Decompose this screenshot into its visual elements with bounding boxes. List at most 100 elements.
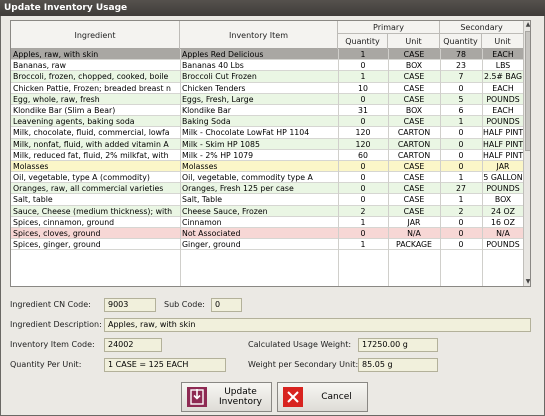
ingredient-description-field[interactable]: Apples, raw, with skin — [104, 318, 531, 332]
inventory-item-cell: Baking Soda — [182, 117, 231, 127]
table-row[interactable]: Oranges, raw, all commercial varieties Or… — [11, 183, 523, 195]
ingredient-cell: Sauce, Cheese (medium thickness); with — [13, 206, 173, 216]
column-divider — [388, 49, 389, 286]
ingredient-cell: Egg, whole, raw, fresh — [13, 94, 100, 104]
column-header-secondary-unit[interactable]: Unit — [482, 34, 523, 49]
ingredient-cell: Spices, cloves, ground — [13, 229, 101, 238]
primary-quantity-cell: 1 — [360, 240, 366, 250]
table-row[interactable]: Milk, reduced fat, fluid, 2% milkfat, wi… — [11, 149, 523, 161]
secondary-unit-cell: HALF PINT — [483, 139, 523, 149]
secondary-quantity-cell: 5 — [458, 94, 464, 104]
primary-unit-cell: BOX — [405, 61, 423, 71]
primary-unit-cell: CARTON — [397, 150, 431, 160]
inventory-item-cell: Oil, vegetable, commodity type A — [182, 173, 313, 183]
table-row[interactable]: Molasses Molasses 0 CASE 0 JAR — [11, 160, 523, 173]
column-header-primary-quantity[interactable]: Quantity — [338, 34, 388, 49]
secondary-unit-cell: 24 OZ — [491, 206, 515, 216]
secondary-unit-cell: EACH — [492, 50, 514, 59]
primary-quantity-cell: 0 — [360, 94, 366, 104]
ingredient-cell: Milk, nonfat, fluid, with added vitamin … — [13, 139, 169, 149]
ingredient-cn-code-field[interactable]: 9003 — [104, 298, 156, 312]
secondary-quantity-cell: 23 — [456, 61, 466, 71]
ingredient-cell: Klondike Bar (Slim a Bear) — [13, 105, 116, 115]
primary-unit-cell: BOX — [405, 105, 423, 115]
inventory-item-code-field[interactable]: 24002 — [104, 338, 162, 352]
primary-unit-cell: CASE — [403, 184, 425, 194]
inventory-item-cell: Salt, Table — [182, 195, 223, 205]
calculated-usage-weight-field[interactable]: 17250.00 g — [358, 338, 438, 352]
close-icon — [280, 384, 306, 410]
secondary-quantity-cell: 7 — [458, 72, 464, 82]
ingredient-cell: Spices, cinnamon, ground — [13, 217, 115, 227]
primary-quantity-cell: 31 — [358, 105, 368, 115]
ingredient-cell: Salt, table — [13, 195, 53, 205]
weight-per-secondary-unit-field[interactable]: 85.05 g — [358, 358, 438, 372]
primary-quantity-cell: 0 — [360, 184, 366, 194]
secondary-unit-cell: JAR — [496, 161, 510, 171]
column-header-primary-unit[interactable]: Unit — [388, 34, 440, 49]
secondary-unit-cell: HALF PINT — [483, 128, 523, 138]
primary-unit-cell: CASE — [403, 117, 425, 127]
inventory-item-code-label: Inventory Item Code: — [10, 340, 95, 349]
secondary-unit-cell: EACH — [492, 105, 514, 115]
ingredient-cell: Oil, vegetable, type A (commodity) — [13, 173, 150, 183]
inventory-item-cell: Milk - Skim HP 1085 — [182, 139, 260, 149]
inventory-item-cell: Apples Red Delicious — [182, 50, 264, 59]
ingredient-cell: Oranges, raw, all commercial varieties — [13, 184, 164, 194]
secondary-quantity-cell: 2 — [458, 206, 464, 216]
column-header-ingredient[interactable]: Ingredient — [11, 21, 180, 49]
quantity-per-unit-field[interactable]: 1 CASE = 125 EACH — [104, 358, 226, 372]
inventory-item-cell: Milk - Chocolate LowFat HP 1104 — [182, 128, 310, 138]
column-divider — [180, 49, 181, 286]
table-row[interactable]: Klondike Bar (Slim a Bear) Klondike Bar 31… — [11, 104, 523, 117]
inventory-item-cell: Not Associated — [182, 229, 241, 238]
inventory-item-cell: Cinnamon — [182, 217, 222, 227]
secondary-quantity-cell: 1 — [458, 117, 464, 127]
secondary-quantity-cell: 0 — [458, 150, 464, 160]
vertical-scrollbar[interactable]: ▲ ▼ — [523, 21, 530, 286]
table-row[interactable]: Chicken Pattie, Frozen; breaded breast n… — [11, 82, 523, 94]
quantity-per-unit-label: Quantity Per Unit: — [10, 360, 82, 369]
inventory-item-cell: Molasses — [182, 161, 218, 171]
primary-unit-cell: CASE — [403, 72, 425, 82]
inventory-item-cell: Chicken Tenders — [182, 83, 246, 93]
table-row[interactable]: Spices, cinnamon, ground Cinnamon 1 JAR 0 16 … — [11, 216, 523, 228]
column-divider — [440, 49, 441, 286]
ingredient-cell: Milk, reduced fat, fluid, 2% milkfat, wi… — [13, 150, 169, 160]
table-row[interactable]: Leavening agents, baking soda Baking Soda… — [11, 116, 523, 128]
column-header-inventory-item[interactable]: Inventory Item — [180, 21, 338, 49]
secondary-unit-cell: HALF PINT — [483, 150, 523, 160]
inventory-item-cell: Klondike Bar — [182, 105, 231, 115]
secondary-quantity-cell: 27 — [456, 184, 466, 194]
table-row[interactable]: Bananas, raw Bananas 40 Lbs 0 BOX 23 LBS — [11, 60, 523, 72]
primary-quantity-cell: 10 — [358, 83, 368, 93]
primary-quantity-cell: 60 — [358, 150, 368, 160]
scroll-down-arrow-icon[interactable]: ▼ — [524, 278, 530, 286]
secondary-quantity-cell: 0 — [458, 83, 464, 93]
primary-quantity-cell: 1 — [360, 50, 366, 59]
inventory-item-cell: Eggs, Fresh, Large — [182, 94, 254, 104]
inventory-usage-table[interactable]: Ingredient Inventory Item Primary Second… — [10, 20, 531, 287]
cancel-button[interactable]: Cancel — [277, 382, 368, 412]
primary-unit-cell: CASE — [403, 50, 425, 59]
table-row[interactable]: Sauce, Cheese (medium thickness); with Ch… — [11, 205, 523, 217]
table-row[interactable]: Egg, whole, raw, fresh Eggs, Fresh, Large… — [11, 93, 523, 105]
secondary-unit-cell: BOX — [494, 195, 512, 205]
secondary-unit-cell: 2.5# BAG — [484, 72, 522, 82]
table-row[interactable]: Broccoli, frozen, chopped, cooked, boile… — [11, 71, 523, 83]
scroll-up-arrow-icon[interactable]: ▲ — [524, 21, 530, 29]
secondary-quantity-cell: 6 — [458, 105, 464, 115]
table-row[interactable]: Milk, nonfat, fluid, with added vitamin … — [11, 138, 523, 150]
table-row[interactable]: Spices, cloves, ground Not Associated 0 N/A… — [11, 228, 523, 240]
table-row[interactable]: Spices, ginger, ground Ginger, ground 1 PAC… — [11, 239, 523, 251]
column-header-secondary-quantity[interactable]: Quantity — [440, 34, 482, 49]
table-row[interactable]: Milk, chocolate, fluid, commercial, lowf… — [11, 127, 523, 139]
scrollbar-thumb[interactable] — [525, 31, 530, 151]
sub-code-field[interactable]: 0 — [211, 298, 242, 312]
calculated-usage-weight-label: Calculated Usage Weight: — [248, 340, 352, 349]
update-inventory-button[interactable]: Update Inventory — [181, 382, 272, 412]
table-row[interactable]: Apples, raw, with skin Apples Red Delicio… — [11, 49, 523, 61]
primary-unit-cell: N/A — [407, 229, 421, 238]
table-row[interactable]: Salt, table Salt, Table 0 CASE 1 BOX — [11, 194, 523, 206]
table-row[interactable]: Oil, vegetable, type A (commodity) Oil, v… — [11, 172, 523, 184]
